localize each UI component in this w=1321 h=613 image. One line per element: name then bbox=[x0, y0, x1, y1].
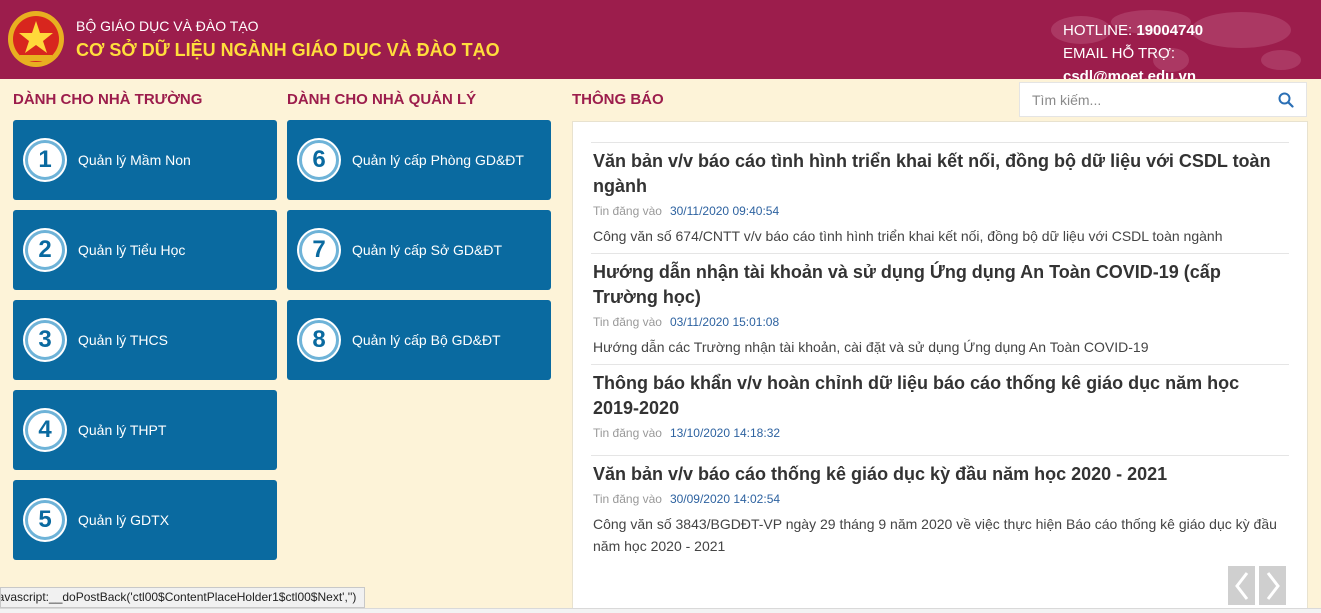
posted-label: Tin đăng vào bbox=[593, 315, 662, 329]
hotline: HOTLINE: 19004740 bbox=[1063, 19, 1309, 42]
posted-label: Tin đăng vào bbox=[593, 492, 662, 506]
tile-label: Quản lý cấp Phòng GD&ĐT bbox=[352, 152, 524, 168]
tile-provincial-department[interactable]: 7 Quản lý cấp Sở GD&ĐT bbox=[287, 210, 551, 290]
next-page-button[interactable] bbox=[1259, 566, 1286, 605]
tile-number-icon: 7 bbox=[299, 230, 339, 270]
tile-upper-secondary[interactable]: 4 Quản lý THPT bbox=[13, 390, 277, 470]
news-title-link[interactable]: Văn bản v/v báo cáo thống kê giáo dục kỳ… bbox=[591, 462, 1289, 487]
national-emblem-icon bbox=[8, 11, 64, 67]
email-link[interactable]: csdl@moet.edu.vn bbox=[1063, 68, 1196, 79]
support-email: EMAIL HỖ TRỢ: csdl@moet.edu.vn bbox=[1063, 42, 1309, 79]
tile-label: Quản lý Mầm Non bbox=[78, 152, 191, 168]
search-input[interactable] bbox=[1020, 83, 1270, 116]
posted-label: Tin đăng vào bbox=[593, 204, 662, 218]
news-title-link[interactable]: Hướng dẫn nhận tài khoản và sử dụng Ứng … bbox=[591, 260, 1289, 310]
tile-number-icon: 4 bbox=[25, 410, 65, 450]
tile-number-icon: 2 bbox=[25, 230, 65, 270]
news-date: 03/11/2020 15:01:08 bbox=[669, 315, 780, 329]
tile-number-icon: 5 bbox=[25, 500, 65, 540]
manager-column-title: DÀNH CHO NHÀ QUẢN LÝ bbox=[287, 91, 477, 108]
tile-number-icon: 1 bbox=[25, 140, 65, 180]
tile-preschool[interactable]: 1 Quản lý Mầm Non bbox=[13, 120, 277, 200]
tile-label: Quản lý THCS bbox=[78, 332, 168, 348]
tile-number-icon: 6 bbox=[299, 140, 339, 180]
hotline-label: HOTLINE: bbox=[1063, 22, 1137, 39]
tile-number-icon: 3 bbox=[25, 320, 65, 360]
news-summary: Hướng dẫn các Trường nhận tài khoản, cài… bbox=[593, 339, 1149, 355]
tile-ministry[interactable]: 8 Quản lý cấp Bộ GD&ĐT bbox=[287, 300, 551, 380]
site-header: BỘ GIÁO DỤC VÀ ĐÀO TẠO CƠ SỞ DỮ LIỆU NGÀ… bbox=[0, 0, 1321, 79]
news-date: 30/09/2020 14:02:54 bbox=[669, 492, 781, 506]
tile-label: Quản lý Tiểu Học bbox=[78, 242, 186, 258]
news-meta: Tin đăng vào 03/11/2020 15:01:08 bbox=[591, 315, 1289, 329]
posted-label: Tin đăng vào bbox=[593, 426, 662, 440]
search-box bbox=[1019, 82, 1307, 117]
news-title-link[interactable]: Văn bản v/v báo cáo tình hình triển khai… bbox=[591, 149, 1289, 199]
news-title-link[interactable]: Thông báo khẩn v/v hoàn chỉnh dữ liệu bá… bbox=[591, 371, 1289, 421]
news-panel: Văn bản v/v báo cáo tình hình triển khai… bbox=[572, 121, 1308, 613]
tile-number-icon: 8 bbox=[299, 320, 339, 360]
news-item: Văn bản v/v báo cáo thống kê giáo dục kỳ… bbox=[591, 455, 1289, 557]
chevron-right-icon bbox=[1266, 571, 1280, 600]
news-meta: Tin đăng vào 13/10/2020 14:18:32 bbox=[591, 426, 1289, 440]
tile-lower-secondary[interactable]: 3 Quản lý THCS bbox=[13, 300, 277, 380]
news-item: Thông báo khẩn v/v hoàn chỉnh dữ liệu bá… bbox=[591, 364, 1289, 440]
news-item: Văn bản v/v báo cáo tình hình triển khai… bbox=[591, 142, 1289, 247]
hotline-number: 19004740 bbox=[1136, 22, 1204, 39]
status-url: javascript:__doPostBack('ctl00$ContentPl… bbox=[0, 590, 357, 604]
tile-label: Quản lý cấp Bộ GD&ĐT bbox=[352, 332, 501, 348]
prev-page-button[interactable] bbox=[1228, 566, 1255, 605]
news-column-title: THÔNG BÁO bbox=[572, 91, 664, 108]
tile-label: Quản lý cấp Sở GD&ĐT bbox=[352, 242, 503, 258]
chevron-left-icon bbox=[1234, 571, 1248, 600]
news-item: Hướng dẫn nhận tài khoản và sử dụng Ứng … bbox=[591, 253, 1289, 358]
news-meta: Tin đăng vào 30/09/2020 14:02:54 bbox=[591, 492, 1289, 506]
tile-continuing-education[interactable]: 5 Quản lý GDTX bbox=[13, 480, 277, 560]
contact-info: HOTLINE: 19004740 EMAIL HỖ TRỢ: csdl@moe… bbox=[1063, 19, 1309, 79]
site-title: CƠ SỞ DỮ LIỆU NGÀNH GIÁO DỤC VÀ ĐÀO TẠO bbox=[76, 40, 500, 60]
news-summary: Công văn số 674/CNTT v/v báo cáo tình hì… bbox=[593, 228, 1223, 244]
news-summary: Công văn số 3843/BGDĐT-VP ngày 29 tháng … bbox=[593, 516, 1277, 554]
tile-district-office[interactable]: 6 Quản lý cấp Phòng GD&ĐT bbox=[287, 120, 551, 200]
tile-label: Quản lý THPT bbox=[78, 422, 167, 438]
news-date: 30/11/2020 09:40:54 bbox=[669, 204, 780, 218]
search-icon[interactable] bbox=[1278, 92, 1294, 108]
tile-label: Quản lý GDTX bbox=[78, 512, 170, 528]
tile-primary[interactable]: 2 Quản lý Tiểu Học bbox=[13, 210, 277, 290]
browser-status-bar: javascript:__doPostBack('ctl00$ContentPl… bbox=[0, 587, 366, 608]
email-label: EMAIL HỖ TRỢ: bbox=[1063, 45, 1176, 62]
news-meta: Tin đăng vào 30/11/2020 09:40:54 bbox=[591, 204, 1289, 218]
window-bottom-edge bbox=[0, 608, 1321, 613]
school-column-title: DÀNH CHO NHÀ TRƯỜNG bbox=[13, 91, 203, 108]
organization-name: BỘ GIÁO DỤC VÀ ĐÀO TẠO bbox=[76, 18, 259, 34]
news-date: 13/10/2020 14:18:32 bbox=[669, 426, 781, 440]
